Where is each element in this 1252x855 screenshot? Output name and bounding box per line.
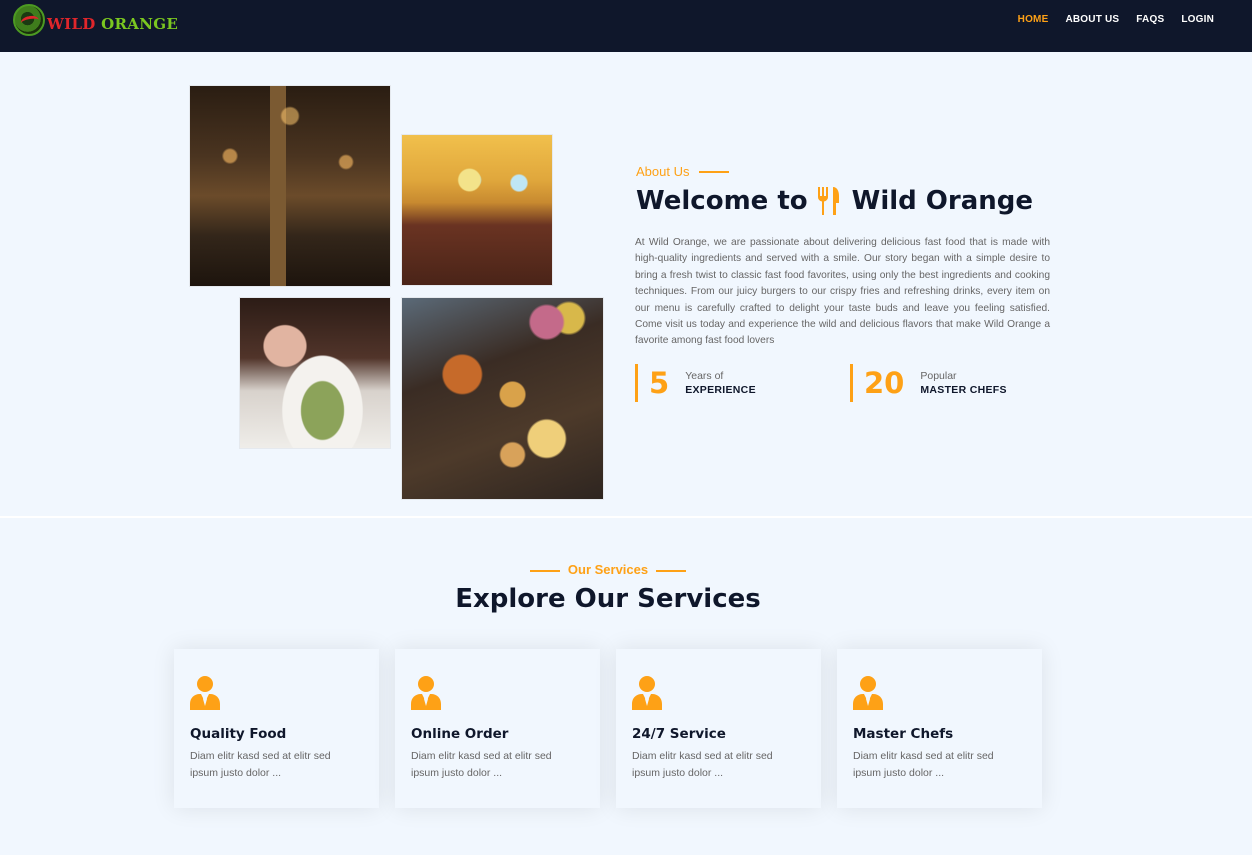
service-card-title: 24/7 Service xyxy=(632,726,726,742)
restaurant-interior-image xyxy=(189,85,391,287)
user-tie-icon xyxy=(190,676,220,710)
services-heading: Explore Our Services xyxy=(455,584,761,614)
stat-number: 5 xyxy=(649,365,670,400)
stat-master-chefs: 20 Popular MASTER CHEFS xyxy=(850,364,1007,402)
user-tie-icon xyxy=(632,676,662,710)
about-heading: Welcome to Wild Orange xyxy=(636,186,1033,216)
food-platter-image xyxy=(401,297,604,500)
logo-text-orange: ORANGE xyxy=(101,15,179,33)
stat-experience: 5 Years of EXPERIENCE xyxy=(635,364,756,402)
nav-link-faqs[interactable]: FAQS xyxy=(1136,14,1164,25)
about-label-line xyxy=(699,170,730,173)
nav-link-about-us[interactable]: ABOUT US xyxy=(1065,14,1119,25)
user-tie-icon xyxy=(853,676,883,710)
service-card-title: Quality Food xyxy=(190,726,287,742)
dining-room-image xyxy=(401,134,553,286)
salad-dish-image xyxy=(239,297,391,449)
nav-link-login[interactable]: LOGIN xyxy=(1181,14,1214,25)
service-card-master-chefs[interactable]: Master Chefs Diam elitr kasd sed at elit… xyxy=(837,649,1042,808)
user-tie-icon xyxy=(411,676,441,710)
utensils-icon xyxy=(817,187,839,215)
services-label-line-right xyxy=(656,569,687,572)
services-label-line-left xyxy=(529,569,560,572)
stat-label-big: MASTER CHEFS xyxy=(920,383,1007,396)
logo-text-wild: WILD xyxy=(47,15,96,33)
nav-link-home[interactable]: HOME xyxy=(1018,14,1049,25)
service-card-title: Master Chefs xyxy=(853,726,954,742)
service-card-title: Online Order xyxy=(411,726,509,742)
main-menu: HOME ABOUT US FAQS LOGIN xyxy=(1018,14,1214,25)
service-card-description: Diam elitr kasd sed at elitr sed ipsum j… xyxy=(853,750,994,779)
stat-label: Years of EXPERIENCE xyxy=(685,370,756,397)
top-navbar: WILD ORANGE HOME ABOUT US FAQS LOGIN xyxy=(0,0,1252,52)
logo-text: WILD ORANGE xyxy=(47,15,178,33)
about-label-text: About Us xyxy=(636,164,690,179)
stat-label-small: Popular xyxy=(920,369,957,382)
about-description: At Wild Orange, we are passionate about … xyxy=(635,237,1050,347)
about-section: About Us Welcome to Wild Orange At Wild … xyxy=(0,52,1252,516)
stat-label-small: Years of xyxy=(685,369,724,382)
about-section-label: About Us xyxy=(636,164,730,179)
stat-label-big: EXPERIENCE xyxy=(685,383,756,396)
logo-emblem-icon xyxy=(13,4,45,36)
about-heading-after: Wild Orange xyxy=(851,186,1034,216)
service-card-online-order[interactable]: Online Order Diam elitr kasd sed at elit… xyxy=(395,649,600,808)
about-heading-before: Welcome to xyxy=(636,186,808,216)
stat-label: Popular MASTER CHEFS xyxy=(920,370,1006,397)
services-section-label: Our Services xyxy=(0,562,1216,577)
services-label-text: Our Services xyxy=(567,562,649,577)
service-card-quality-food[interactable]: Quality Food Diam elitr kasd sed at elit… xyxy=(174,649,379,808)
brand-logo[interactable]: WILD ORANGE xyxy=(13,4,178,36)
section-divider xyxy=(0,516,1252,518)
stat-number: 20 xyxy=(864,365,905,400)
service-card-description: Diam elitr kasd sed at elitr sed ipsum j… xyxy=(411,750,552,779)
service-card-description: Diam elitr kasd sed at elitr sed ipsum j… xyxy=(190,750,331,779)
service-card-24-7-service[interactable]: 24/7 Service Diam elitr kasd sed at elit… xyxy=(616,649,821,808)
service-card-description: Diam elitr kasd sed at elitr sed ipsum j… xyxy=(632,750,773,779)
